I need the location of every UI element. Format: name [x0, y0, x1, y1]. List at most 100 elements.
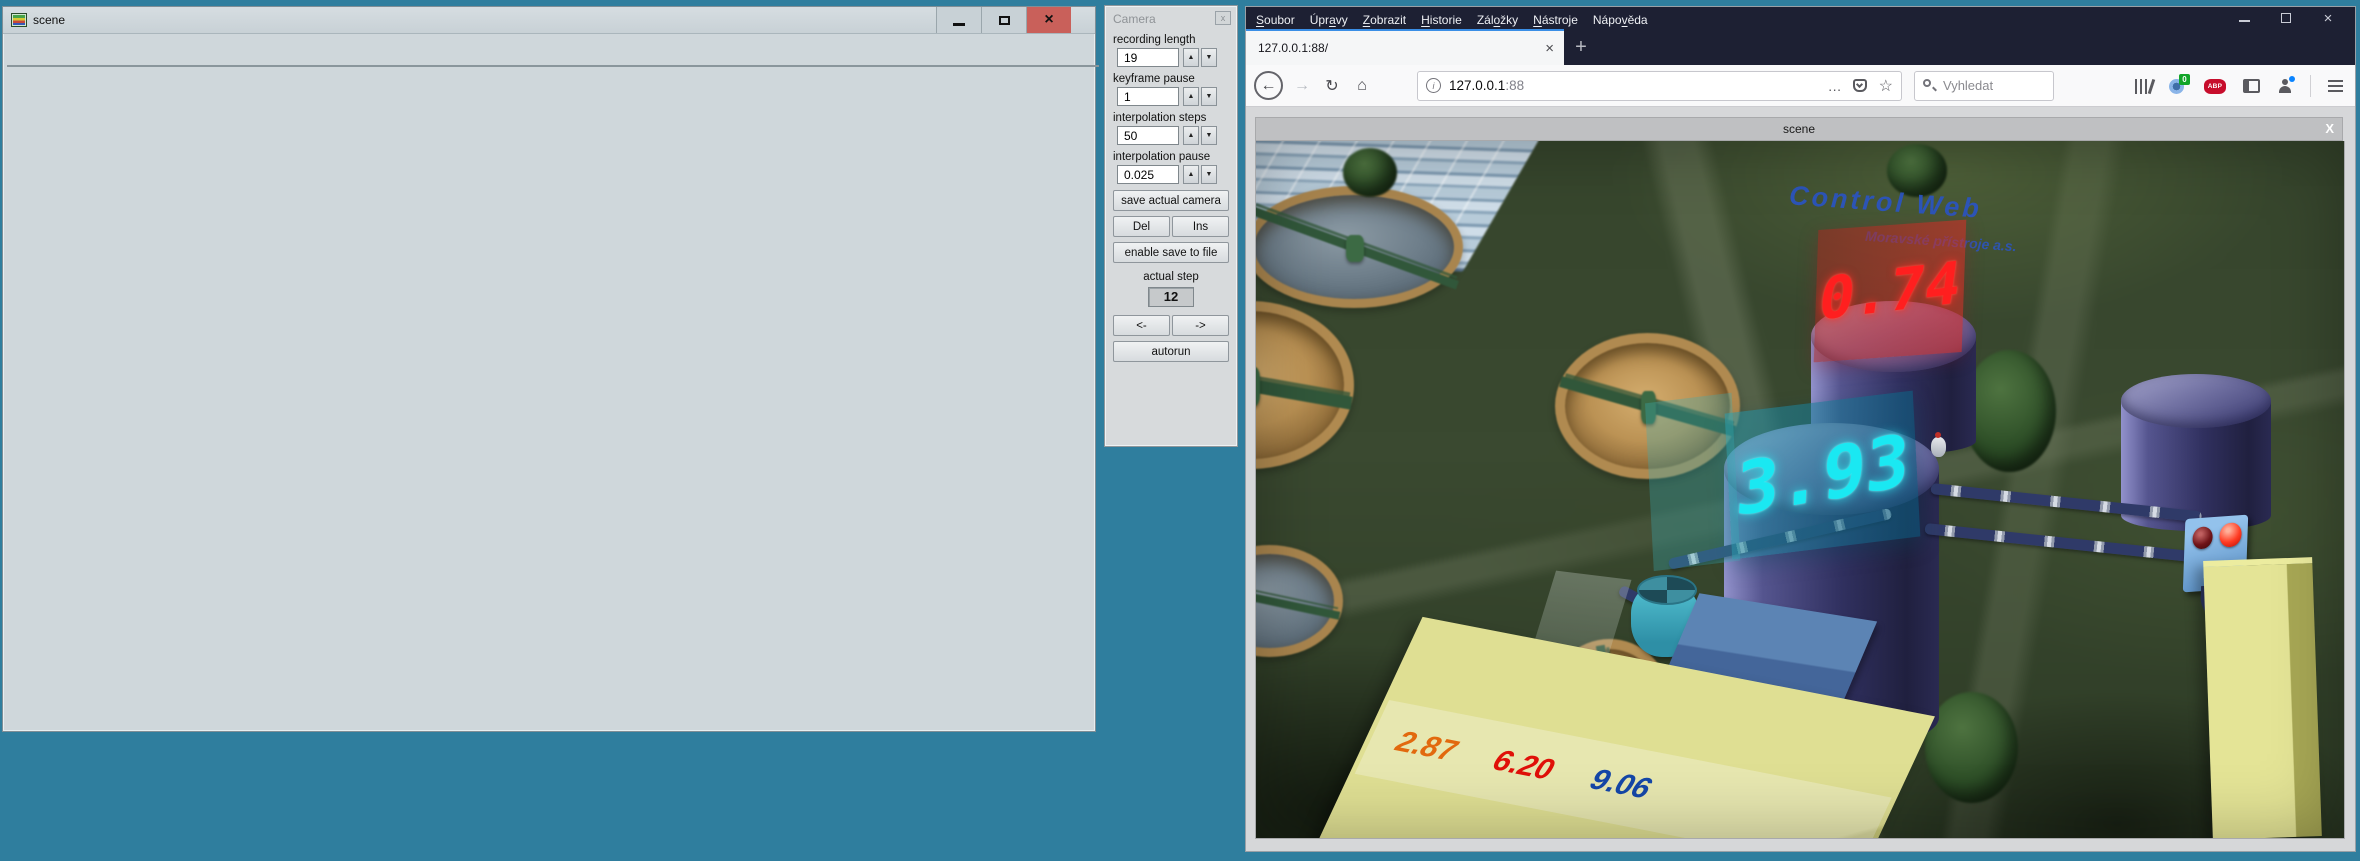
actual-step-label: actual step	[1113, 271, 1229, 283]
sidebar-icon[interactable]	[2243, 79, 2260, 93]
tank-valve	[1931, 437, 1946, 457]
roof-value-stripe: 2.87 6.20 9.06	[1355, 700, 1892, 838]
cyan-level-display: 3.93	[1725, 391, 1921, 560]
pocket-icon[interactable]	[1853, 79, 1867, 92]
account-badge	[2289, 76, 2295, 82]
app-icon	[11, 13, 27, 27]
recording-length-label: recording length	[1113, 34, 1229, 46]
recording-length-field: recording length ▲▼	[1113, 34, 1229, 67]
roof-value-blue: 9.06	[1582, 764, 1659, 806]
keyframe-pause-label: keyframe pause	[1113, 73, 1229, 85]
new-tab-button[interactable]: +	[1564, 29, 1598, 65]
menu-napoveda[interactable]: Nápověda	[1593, 13, 1648, 27]
spin-down-button[interactable]: ▼	[1201, 126, 1217, 145]
del-button[interactable]: Del	[1113, 216, 1170, 237]
menu-zobrazit[interactable]: Zobrazit	[1363, 13, 1406, 27]
scene-panel-titlebar: scene X	[1255, 117, 2343, 141]
scene-window: scene × Control Web Moravské přístroje a…	[2, 6, 1096, 732]
interpolation-steps-input[interactable]	[1117, 126, 1179, 145]
browser-menubar: Soubor Úpravy Zobrazit Historie Záložky …	[1246, 7, 2355, 29]
minimize-button[interactable]	[936, 7, 981, 33]
scraper-hub	[1346, 235, 1364, 262]
toolbar-icons: 0 ABP	[2135, 65, 2344, 107]
maximize-icon	[2281, 13, 2291, 23]
camera-panel: Camera x recording length ▲▼ keyframe pa…	[1104, 5, 1238, 447]
camera-panel-titlebar[interactable]: Camera x	[1113, 10, 1229, 28]
maximize-button[interactable]	[981, 7, 1026, 33]
close-icon: ×	[1044, 12, 1053, 28]
browser-titlebar: Soubor Úpravy Zobrazit Historie Záložky …	[1246, 7, 2355, 65]
scene-panel-title: scene	[1783, 122, 1815, 136]
url-text: 127.0.0.1:88	[1449, 78, 1818, 93]
spin-up-button[interactable]: ▲	[1183, 165, 1199, 184]
reload-button[interactable]: ↻	[1317, 71, 1347, 101]
search-input[interactable]	[1943, 78, 2033, 93]
ins-button[interactable]: Ins	[1172, 216, 1229, 237]
menu-nastroje[interactable]: Nástroje	[1533, 13, 1578, 27]
close-button[interactable]: ×	[1026, 7, 1071, 33]
camera-panel-close-button[interactable]: x	[1215, 11, 1231, 25]
menu-zalozky[interactable]: Záložky	[1477, 13, 1518, 27]
roof-value-red: 6.20	[1485, 745, 1562, 787]
scraper-bridge	[1256, 361, 1353, 410]
enable-save-to-file-button[interactable]: enable save to file	[1113, 242, 1229, 263]
browser-toolbar: ← → ↻ ⌂ i 127.0.0.1:88 … ☆ 0 ABP	[1246, 65, 2355, 107]
account-icon[interactable]	[2277, 78, 2293, 94]
tab-close-icon[interactable]: ×	[1545, 41, 1554, 56]
autorun-button[interactable]: autorun	[1113, 341, 1229, 362]
browser-tab-active[interactable]: 127.0.0.1:88/ ×	[1246, 29, 1564, 65]
scene-window-titlebar[interactable]: scene ×	[3, 7, 1095, 34]
url-bar[interactable]: i 127.0.0.1:88 … ☆	[1417, 71, 1902, 101]
keyframe-pause-input[interactable]	[1117, 87, 1179, 106]
browser-window: Soubor Úpravy Zobrazit Historie Záložky …	[1245, 6, 2356, 852]
next-step-button[interactable]: ->	[1172, 315, 1229, 336]
spin-up-button[interactable]: ▲	[1183, 87, 1199, 106]
back-button[interactable]: ←	[1254, 71, 1283, 100]
extension-icon[interactable]: 0	[2169, 77, 2187, 95]
maximize-icon	[999, 16, 1010, 25]
adblock-icon[interactable]: ABP	[2204, 79, 2226, 94]
close-icon: ×	[2324, 11, 2333, 26]
yellow-pillar	[2203, 557, 2321, 838]
spin-up-button[interactable]: ▲	[1183, 126, 1199, 145]
camera-panel-title: Camera	[1113, 12, 1156, 26]
save-actual-camera-button[interactable]: save actual camera	[1113, 190, 1229, 211]
menu-soubor[interactable]: Soubor	[1256, 13, 1295, 27]
interpolation-pause-label: interpolation pause	[1113, 151, 1229, 163]
spin-down-button[interactable]: ▼	[1201, 48, 1217, 67]
spin-down-button[interactable]: ▼	[1201, 87, 1217, 106]
menu-hamburger-icon[interactable]	[2328, 80, 2343, 92]
spin-down-button[interactable]: ▼	[1201, 165, 1217, 184]
site-info-icon[interactable]: i	[1426, 78, 1441, 93]
previous-step-button[interactable]: <-	[1113, 315, 1170, 336]
menu-historie[interactable]: Historie	[1421, 13, 1462, 27]
red-display-value: 0.74	[1816, 253, 1965, 329]
tree	[1343, 148, 1397, 197]
recording-length-input[interactable]	[1117, 48, 1179, 67]
bookmark-star-icon[interactable]: ☆	[1879, 76, 1893, 96]
desktop: scene × Control Web Moravské přístroje a…	[0, 0, 2360, 861]
forward-button[interactable]: →	[1287, 71, 1317, 101]
scene-3d-viewport[interactable]: Control Web Moravské přístroje a.s. 0.74…	[7, 65, 1099, 67]
minimize-icon	[953, 23, 965, 26]
scene-3d-viewport-browser[interactable]: Control Web Moravské přístroje a.s. 0.74…	[1255, 141, 2345, 839]
search-bar[interactable]	[1914, 71, 2054, 101]
actual-step-value: 12	[1148, 287, 1194, 307]
browser-minimize-button[interactable]	[2237, 12, 2251, 24]
home-button[interactable]: ⌂	[1347, 71, 1377, 101]
menu-upravy[interactable]: Úpravy	[1310, 13, 1348, 27]
scraper-bridge	[1256, 583, 1340, 621]
plant-3d-scene: Control Web Moravské přístroje a.s. 0.74…	[1256, 141, 2344, 838]
browser-content: scene X Control Web Moravské přístroje a…	[1246, 107, 2355, 851]
interpolation-pause-field: interpolation pause ▲▼	[1113, 151, 1229, 184]
page-actions-icon[interactable]: …	[1828, 78, 1843, 94]
library-icon[interactable]	[2135, 79, 2153, 94]
scene-panel-close-button[interactable]: X	[2325, 121, 2334, 136]
browser-close-button[interactable]: ×	[2321, 12, 2335, 24]
interpolation-pause-input[interactable]	[1117, 165, 1179, 184]
extension-badge: 0	[2179, 74, 2190, 85]
browser-maximize-button[interactable]	[2279, 12, 2293, 24]
cyan-display-value: 3.93	[1734, 424, 1911, 527]
spin-up-button[interactable]: ▲	[1183, 48, 1199, 67]
tab-strip: 127.0.0.1:88/ × +	[1246, 29, 2355, 65]
